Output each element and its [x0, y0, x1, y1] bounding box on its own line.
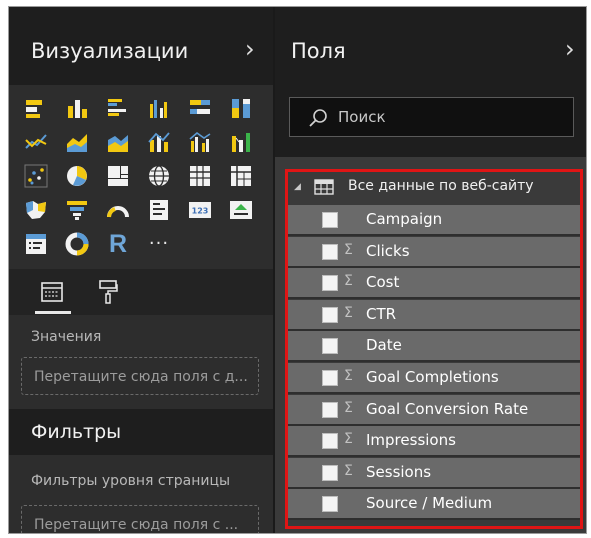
- field-checkbox[interactable]: [322, 464, 338, 481]
- filters-title: Фильтры: [31, 421, 122, 443]
- gauge-icon[interactable]: [105, 197, 131, 223]
- field-row[interactable]: Σ Goal Completions: [288, 363, 580, 394]
- field-row[interactable]: Σ Sessions: [288, 457, 580, 489]
- line-chart-icon[interactable]: [23, 129, 49, 155]
- table-name: Все данные по веб-сайту: [348, 178, 534, 194]
- treemap-icon[interactable]: [105, 163, 131, 189]
- visualizations-pane: Визуализации › 123 R ··· Значения Перета…: [9, 7, 273, 533]
- sum-sigma-icon: Σ: [344, 462, 353, 479]
- multi-row-card-icon[interactable]: [146, 197, 172, 223]
- matrix-icon[interactable]: [228, 163, 254, 189]
- values-drop-zone[interactable]: Перетащите сюда поля с д...: [21, 357, 259, 395]
- 100pct-stacked-column-chart-icon[interactable]: [228, 95, 254, 121]
- more-visuals-label: ···: [148, 233, 170, 254]
- field-checkbox[interactable]: [322, 338, 338, 355]
- sum-sigma-icon: Σ: [344, 368, 353, 384]
- field-row[interactable]: Σ Clicks: [288, 236, 580, 268]
- sum-sigma-icon: Σ: [344, 399, 353, 416]
- line-and-stacked-column-chart-icon[interactable]: [146, 129, 172, 155]
- field-row[interactable]: Campaign: [288, 205, 580, 236]
- field-name: Cost: [366, 273, 400, 292]
- area-chart-icon[interactable]: [64, 129, 90, 155]
- visualizations-title: Визуализации: [31, 39, 189, 63]
- field-checkbox[interactable]: [322, 401, 338, 418]
- field-row[interactable]: Σ CTR: [288, 299, 580, 331]
- field-checkbox[interactable]: [322, 370, 338, 386]
- fields-well-tab-icon[interactable]: [37, 277, 67, 307]
- r-script-visual-icon[interactable]: R: [105, 231, 131, 257]
- sum-sigma-icon: Σ: [344, 431, 353, 448]
- field-checkbox[interactable]: [322, 275, 338, 292]
- fields-header: Поля › Поиск: [275, 7, 586, 157]
- field-name: Date: [366, 336, 402, 355]
- field-name: Goal Conversion Rate: [366, 399, 529, 418]
- field-name: CTR: [366, 304, 397, 323]
- values-well-label: Значения: [31, 329, 102, 345]
- field-name: Sessions: [366, 462, 432, 481]
- visualizations-header: Визуализации ›: [9, 7, 273, 85]
- field-row[interactable]: Σ Impressions: [288, 426, 580, 458]
- funnel-icon[interactable]: [64, 197, 90, 223]
- filled-map-icon[interactable]: [23, 197, 49, 223]
- ribbon-chart-icon[interactable]: [228, 129, 254, 155]
- sum-sigma-icon: Σ: [344, 241, 353, 258]
- field-row[interactable]: Date: [288, 331, 580, 363]
- format-paint-roller-icon[interactable]: [93, 277, 123, 307]
- table-icon[interactable]: [187, 163, 213, 189]
- field-checkbox[interactable]: [322, 306, 338, 323]
- field-row[interactable]: Source / Medium: [288, 489, 580, 521]
- r-visual-label: R: [108, 230, 128, 258]
- field-row[interactable]: Σ Cost: [288, 268, 580, 300]
- slicer-icon[interactable]: [23, 231, 49, 257]
- fields-title: Поля: [291, 39, 346, 63]
- scatter-chart-icon[interactable]: [23, 163, 49, 189]
- visual-tools-bar: [9, 269, 273, 315]
- fields-search-input[interactable]: Поиск: [289, 97, 574, 137]
- search-placeholder: Поиск: [338, 108, 386, 126]
- field-name: Impressions: [366, 431, 456, 450]
- field-checkbox[interactable]: [322, 433, 338, 450]
- field-name: Goal Completions: [366, 368, 499, 386]
- stacked-column-chart-icon[interactable]: [64, 95, 90, 121]
- line-and-clustered-column-chart-icon[interactable]: [187, 129, 213, 155]
- field-name: Campaign: [366, 210, 443, 228]
- sum-sigma-icon: Σ: [344, 273, 353, 290]
- table-highlight-box: ◢ Все данные по веб-сайту Campaign Σ Click…: [285, 169, 583, 529]
- stacked-area-chart-icon[interactable]: [105, 129, 131, 155]
- field-checkbox[interactable]: [322, 243, 338, 260]
- clustered-bar-chart-icon[interactable]: [105, 95, 131, 121]
- donut-chart-icon[interactable]: [64, 231, 90, 257]
- svg-text:123: 123: [192, 207, 209, 216]
- filters-header: Фильтры: [9, 409, 273, 455]
- 100pct-stacked-bar-chart-icon[interactable]: [187, 95, 213, 121]
- table-header-row[interactable]: ◢ Все данные по веб-сайту: [288, 172, 580, 204]
- more-visuals-icon[interactable]: ···: [146, 231, 172, 257]
- expand-collapse-icon[interactable]: ◢: [294, 182, 301, 192]
- field-checkbox[interactable]: [322, 212, 338, 228]
- stacked-bar-chart-icon[interactable]: [23, 95, 49, 121]
- power-bi-panes: Визуализации › 123 R ··· Значения Перета…: [8, 6, 587, 534]
- card-icon[interactable]: 123: [187, 197, 213, 223]
- sum-sigma-icon: Σ: [344, 304, 353, 321]
- collapse-fields-chevron-icon[interactable]: ›: [565, 37, 575, 61]
- pie-chart-icon[interactable]: [64, 163, 90, 189]
- page-level-filters-drop-zone[interactable]: Перетащите сюда поля с ...: [21, 505, 259, 533]
- table-icon: [314, 179, 334, 195]
- field-name: Source / Medium: [366, 494, 493, 513]
- search-icon: [309, 109, 327, 127]
- field-row[interactable]: Σ Goal Conversion Rate: [288, 394, 580, 426]
- field-name: Clicks: [366, 241, 410, 260]
- collapse-visualizations-chevron-icon[interactable]: ›: [245, 37, 255, 61]
- active-tab-indicator: [35, 311, 71, 314]
- page-level-filters-label: Фильтры уровня страницы: [31, 473, 231, 489]
- map-icon[interactable]: [146, 163, 172, 189]
- field-checkbox[interactable]: [322, 496, 338, 513]
- clustered-column-chart-icon[interactable]: [146, 95, 172, 121]
- kpi-icon[interactable]: [228, 197, 254, 223]
